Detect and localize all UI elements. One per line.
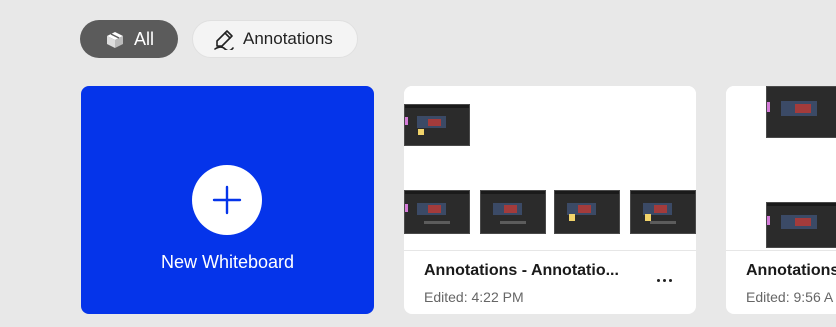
more-icon bbox=[656, 278, 660, 282]
board-title: Annotations - A bbox=[746, 262, 836, 279]
thumbnail-screenshot bbox=[480, 190, 546, 234]
plus-icon bbox=[212, 185, 242, 215]
new-whiteboard-button[interactable] bbox=[192, 165, 262, 235]
thumbnail-screenshot bbox=[630, 190, 696, 234]
board-thumbnail bbox=[726, 86, 836, 250]
thumbnail-screenshot bbox=[404, 190, 470, 234]
thumbnail-screenshot bbox=[766, 86, 836, 138]
board-thumbnail bbox=[404, 86, 696, 250]
filter-annotations-chip[interactable]: Annotations bbox=[192, 20, 358, 58]
boxes-icon bbox=[104, 28, 126, 50]
filter-all-label: All bbox=[134, 28, 155, 49]
board-edited-time: Edited: 9:56 A bbox=[746, 289, 834, 305]
board-card[interactable]: Annotations - A Edited: 9:56 A bbox=[726, 86, 836, 314]
filter-annotations-label: Annotations bbox=[243, 29, 333, 48]
new-whiteboard-label: New Whiteboard bbox=[160, 252, 295, 272]
board-title: Annotations - Annotatio... bbox=[424, 262, 619, 279]
board-card[interactable]: Annotations - Annotatio... Edited: 4:22 … bbox=[404, 86, 696, 314]
filter-all-chip[interactable]: All bbox=[80, 20, 178, 58]
thumbnail-screenshot bbox=[554, 190, 620, 234]
board-edited-time: Edited: 4:22 PM bbox=[424, 289, 524, 305]
thumbnail-screenshot bbox=[404, 104, 470, 146]
more-options-button[interactable] bbox=[652, 272, 676, 288]
thumbnail-screenshot bbox=[766, 202, 836, 248]
new-whiteboard-card[interactable]: New Whiteboard bbox=[81, 86, 374, 314]
pen-icon bbox=[213, 28, 235, 50]
